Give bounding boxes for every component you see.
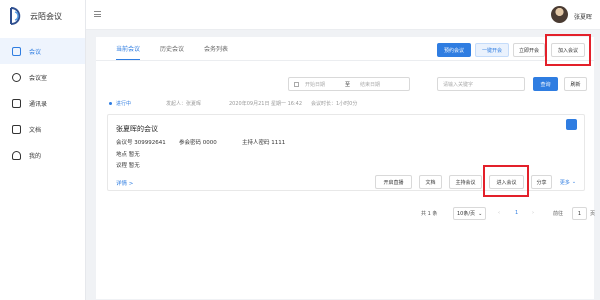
date-separator: 至 bbox=[345, 81, 351, 88]
highlight-box bbox=[545, 34, 591, 66]
main-panel: 当前会议 历史会议 会务列表 预约会议 一键开会 立即开会 加入会议 开始日期 … bbox=[96, 34, 596, 299]
tab-divider bbox=[96, 60, 594, 61]
chevron-down-icon: ⌄ bbox=[478, 210, 483, 217]
logo-icon bbox=[10, 7, 21, 25]
more-button[interactable]: 更多 ⌄ bbox=[556, 175, 580, 189]
meeting-time: 2020年09月21日 星期一 16:42 bbox=[229, 101, 303, 107]
sidebar-item-label: 通讯录 bbox=[29, 100, 48, 108]
top-header: 张夏晖 bbox=[86, 0, 600, 30]
sidebar-item-label: 文档 bbox=[29, 126, 42, 134]
username[interactable]: 张夏晖 bbox=[574, 12, 592, 21]
sidebar-item-label: 会议室 bbox=[29, 74, 48, 82]
search-button[interactable]: 查询 bbox=[533, 77, 558, 91]
sidebar-item-documents[interactable]: 文档 bbox=[0, 116, 85, 142]
sidebar-item-mine[interactable]: 我的 bbox=[0, 142, 85, 168]
next-page-icon[interactable]: › bbox=[532, 210, 534, 216]
status-badge: 进行中 bbox=[109, 100, 131, 107]
page-number[interactable]: 1 bbox=[515, 210, 518, 216]
app-logo: 云陌会议 bbox=[0, 0, 85, 32]
sidebar-item-label: 我的 bbox=[29, 152, 42, 160]
detail-link[interactable]: 详情 > bbox=[116, 179, 133, 187]
upload-share-icon[interactable] bbox=[566, 119, 577, 130]
folder-icon bbox=[12, 124, 21, 134]
host-password: 主持人密码 1111 bbox=[242, 140, 286, 146]
page-size-select[interactable]: 10条/页 ⌄ bbox=[453, 207, 486, 220]
start-live-button[interactable]: 开启直播 bbox=[375, 175, 412, 189]
status-dot-icon bbox=[109, 102, 112, 105]
tab-history[interactable]: 历史会议 bbox=[160, 44, 184, 60]
sidebar-item-meeting-room[interactable]: 会议室 bbox=[0, 64, 85, 90]
tab-list[interactable]: 会务列表 bbox=[204, 44, 228, 60]
chat-icon bbox=[12, 72, 21, 82]
meeting-agenda: 议程 暂无 bbox=[116, 163, 140, 169]
meeting-title: 张夏晖的会议 bbox=[116, 125, 158, 133]
instant-meeting-button[interactable]: 一键开会 bbox=[475, 43, 509, 57]
sidebar-item-meeting[interactable]: 会议 bbox=[0, 38, 85, 64]
document-icon bbox=[12, 46, 21, 56]
meeting-password: 参会密码 0000 bbox=[179, 140, 217, 146]
end-date-field[interactable]: 结束日期 bbox=[360, 81, 380, 88]
app-title: 云陌会议 bbox=[30, 11, 62, 21]
start-meeting-button[interactable]: 立即开会 bbox=[513, 43, 545, 57]
keyword-input[interactable]: 请输入关键字 bbox=[437, 77, 525, 91]
goto-label: 前往 bbox=[553, 211, 564, 217]
goto-input[interactable]: 1 bbox=[572, 207, 587, 220]
share-button[interactable]: 分享 bbox=[531, 175, 552, 189]
calendar-icon bbox=[294, 81, 299, 87]
highlight-box bbox=[483, 165, 529, 197]
document-button[interactable]: 文档 bbox=[419, 175, 442, 189]
contacts-icon bbox=[12, 98, 21, 108]
meeting-host: 发起人：张夏晖 bbox=[166, 101, 202, 107]
refresh-button[interactable]: 刷新 bbox=[564, 77, 587, 91]
host-meeting-button[interactable]: 主持会议 bbox=[449, 175, 482, 189]
meeting-number: 会议号 309992641 bbox=[116, 140, 166, 146]
book-meeting-button[interactable]: 预约会议 bbox=[437, 43, 471, 57]
tab-current[interactable]: 当前会议 bbox=[116, 44, 141, 60]
meeting-card: 张夏晖的会议 会议号 309992641 参会密码 0000 主持人密码 111… bbox=[107, 114, 585, 197]
meeting-location: 地点 暂无 bbox=[116, 152, 140, 158]
menu-toggle-icon[interactable] bbox=[94, 11, 101, 17]
user-icon bbox=[12, 150, 21, 160]
tab-bar: 当前会议 历史会议 会务列表 bbox=[116, 44, 248, 60]
sidebar-item-contacts[interactable]: 通讯录 bbox=[0, 90, 85, 116]
meeting-duration: 会议时长：1小时0分 bbox=[311, 101, 358, 107]
avatar[interactable] bbox=[551, 6, 568, 23]
chevron-down-icon: ⌄ bbox=[571, 179, 577, 185]
prev-page-icon[interactable]: ‹ bbox=[498, 210, 500, 216]
pagination-total: 共 1 条 bbox=[421, 211, 438, 217]
goto-suffix: 页 bbox=[590, 211, 596, 217]
date-range-picker[interactable]: 开始日期 至 结束日期 bbox=[288, 77, 410, 91]
start-date-field[interactable]: 开始日期 bbox=[305, 81, 345, 88]
sidebar-item-label: 会议 bbox=[29, 48, 42, 56]
sidebar: 云陌会议 会议 会议室 通讯录 文档 我的 bbox=[0, 0, 86, 300]
